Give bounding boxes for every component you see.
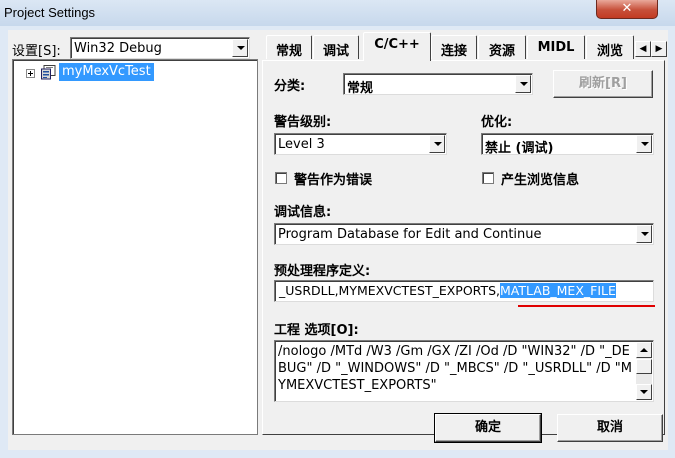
debug-info-combo[interactable]: Program Database for Edit and Continue [274,223,654,245]
tab-scroll-left-icon[interactable]: ◀ [635,41,651,57]
tab-midl[interactable]: MIDL [527,35,585,59]
tab-resources[interactable]: 资源 [478,35,526,59]
configuration-value: Win32 Debug [74,41,162,56]
scroll-up-icon[interactable] [636,342,652,358]
category-combo[interactable]: 常规 [343,73,533,96]
title-bar[interactable]: Project Settings ✕ [0,0,675,26]
tab-scroll-right-icon[interactable]: ▶ [651,41,667,57]
close-button[interactable]: ✕ [596,0,658,19]
tab-browse[interactable]: 浏览 [586,35,634,59]
configuration-combo[interactable]: Win32 Debug [70,37,250,59]
window-title: Project Settings [4,5,96,20]
project-options-text: /nologo /MTd /W3 /Gm /GX /ZI /Od /D "WIN… [278,344,632,393]
browse-info-checkbox[interactable] [482,172,494,184]
debug-info-value: Program Database for Edit and Continue [278,227,542,242]
reset-button[interactable]: 刷新[R] [553,70,653,98]
close-icon: ✕ [621,1,633,16]
annotation-underline-define [518,305,655,307]
category-value: 常规 [347,81,374,96]
project-options-textarea[interactable]: /nologo /MTd /W3 /Gm /GX /ZI /Od /D "WIN… [274,340,654,402]
category-label: 分类: [274,79,306,94]
optimization-label: 优化: [481,115,513,130]
chevron-down-icon[interactable] [515,75,531,93]
preprocessor-value-selected: MATLAB_MEX_FILE [500,283,616,298]
tab-general[interactable]: 常规 [266,35,312,59]
warning-level-combo[interactable]: Level 3 [274,133,447,155]
tree-item-project[interactable]: myMexVcTest [59,63,154,81]
chevron-down-icon[interactable] [232,39,248,57]
optimization-combo[interactable]: 禁止 (调试) [481,133,654,156]
settings-for-label: 设置[S]: [12,44,61,59]
browse-info-label[interactable]: 产生浏览信息 [501,169,579,188]
scroll-down-icon[interactable] [636,384,652,400]
expand-icon[interactable] [26,69,35,78]
chevron-down-icon[interactable] [636,225,652,243]
warnings-as-errors-checkbox[interactable] [275,172,287,184]
warning-level-value: Level 3 [278,137,325,152]
preprocessor-label: 预处理程序定义: [274,264,371,279]
project-settings-window: Project Settings ✕ 设置[S]: Win32 Debug my… [0,0,675,458]
chevron-down-icon[interactable] [429,135,445,153]
project-options-scrollbar[interactable] [636,342,652,400]
preprocessor-value: _USRDLL,MYMEXVCTEST_EXPORTS,MATLAB_MEX_F… [279,283,616,298]
warning-level-label: 警告级别: [274,115,332,130]
scroll-thumb[interactable] [636,359,652,374]
optimization-value: 禁止 (调试) [485,141,554,156]
dialog-client: 设置[S]: Win32 Debug myMexVcTest 常规 调试 C/C… [8,30,668,450]
project-tree[interactable] [12,59,258,435]
project-options-label: 工程 选项[O]: [274,323,359,338]
chevron-down-icon[interactable] [636,135,652,153]
project-icon [41,65,56,80]
tab-c-cpp[interactable]: C/C++ [363,32,431,61]
tab-debug[interactable]: 调试 [313,35,359,59]
ok-button[interactable]: 确定 [434,413,542,443]
cancel-button[interactable]: 取消 [557,414,663,442]
preprocessor-input[interactable]: _USRDLL,MYMEXVCTEST_EXPORTS,MATLAB_MEX_F… [274,280,654,302]
preprocessor-value-plain: _USRDLL,MYMEXVCTEST_EXPORTS, [279,283,501,298]
warnings-as-errors-label[interactable]: 警告作为错误 [294,169,372,188]
tab-link[interactable]: 连接 [431,35,477,59]
debug-info-label: 调试信息: [274,205,332,220]
